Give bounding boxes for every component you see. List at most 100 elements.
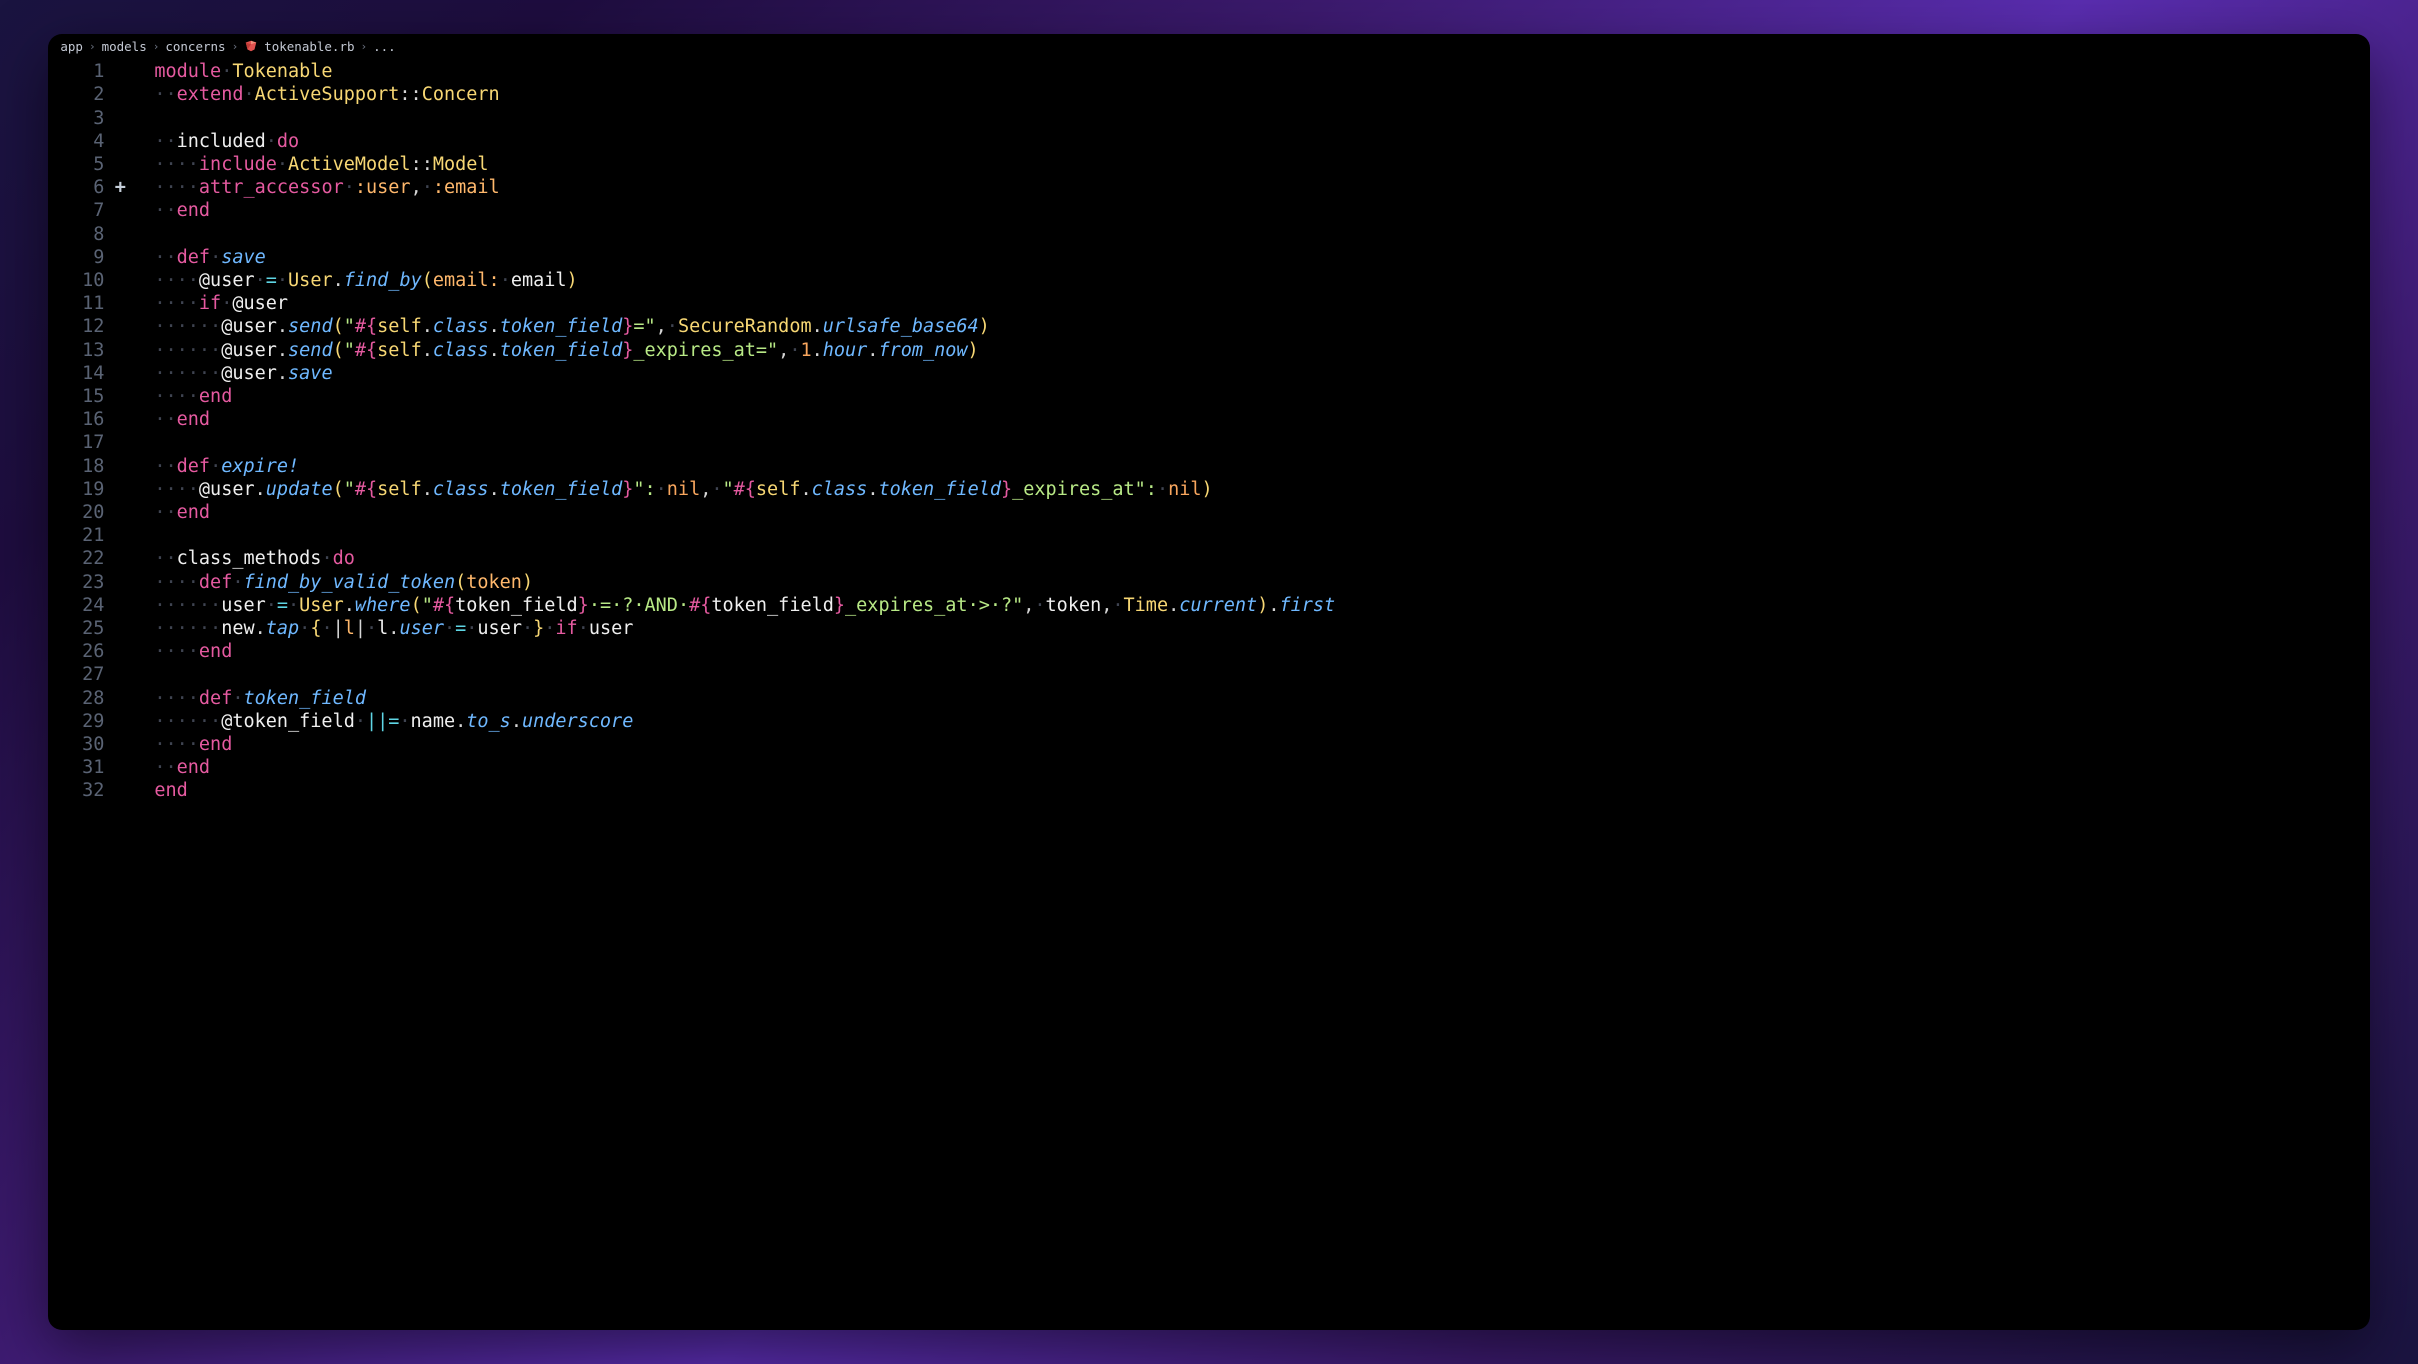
- code-content[interactable]: ······new.tap·{·|l|·l.user·=·user·}·if·u…: [130, 617, 2369, 640]
- line-number[interactable]: 20: [48, 501, 110, 524]
- code-line[interactable]: 9 ··def·save: [48, 246, 2369, 269]
- code-line[interactable]: 17: [48, 431, 2369, 454]
- line-number[interactable]: 23: [48, 571, 110, 594]
- line-number[interactable]: 18: [48, 455, 110, 478]
- code-content[interactable]: ····def·token_field: [130, 687, 2369, 710]
- line-number[interactable]: 3: [48, 107, 110, 130]
- line-number[interactable]: 4: [48, 130, 110, 153]
- code-line[interactable]: 26 ····end: [48, 640, 2369, 663]
- code-content[interactable]: [130, 223, 2369, 246]
- code-content[interactable]: ····include·ActiveModel::Model: [130, 153, 2369, 176]
- code-line[interactable]: 14 ······@user.save: [48, 362, 2369, 385]
- code-content[interactable]: ····attr_accessor·:user,·:email: [130, 176, 2369, 199]
- code-editor[interactable]: 1 module·Tokenable 2 ··extend·ActiveSupport…: [48, 58, 2369, 1330]
- code-content[interactable]: ··def·save: [130, 246, 2369, 269]
- breadcrumb-file[interactable]: tokenable.rb: [264, 39, 354, 54]
- line-number[interactable]: 10: [48, 269, 110, 292]
- code-content[interactable]: ····end: [130, 640, 2369, 663]
- code-line[interactable]: 27: [48, 663, 2369, 686]
- code-line[interactable]: 21: [48, 524, 2369, 547]
- code-content[interactable]: ····end: [130, 733, 2369, 756]
- code-line[interactable]: 30 ····end: [48, 733, 2369, 756]
- code-content[interactable]: [130, 663, 2369, 686]
- line-number[interactable]: 15: [48, 385, 110, 408]
- code-content[interactable]: ····def·find_by_valid_token(token): [130, 571, 2369, 594]
- breadcrumb[interactable]: app › models › concerns › tokenable.rb ›…: [48, 34, 2369, 58]
- code-line[interactable]: 4 ··included·do: [48, 130, 2369, 153]
- code-line[interactable]: 12 ······@user.send("#{self.class.token_f…: [48, 315, 2369, 338]
- code-line[interactable]: 13 ······@user.send("#{self.class.token_f…: [48, 339, 2369, 362]
- code-line[interactable]: 11 ····if·@user: [48, 292, 2369, 315]
- code-content[interactable]: ··extend·ActiveSupport::Concern: [130, 83, 2369, 106]
- line-number[interactable]: 8: [48, 223, 110, 246]
- code-content[interactable]: [130, 524, 2369, 547]
- code-line[interactable]: 2 ··extend·ActiveSupport::Concern: [48, 83, 2369, 106]
- line-number[interactable]: 27: [48, 663, 110, 686]
- line-number[interactable]: 29: [48, 710, 110, 733]
- line-number[interactable]: 28: [48, 687, 110, 710]
- line-number[interactable]: 17: [48, 431, 110, 454]
- line-number[interactable]: 11: [48, 292, 110, 315]
- breadcrumb-part[interactable]: models: [102, 39, 147, 54]
- line-number[interactable]: 13: [48, 339, 110, 362]
- line-number[interactable]: 14: [48, 362, 110, 385]
- code-content[interactable]: [130, 431, 2369, 454]
- line-number[interactable]: 7: [48, 199, 110, 222]
- code-line[interactable]: 19····@user.update("#{self.class.token_f…: [48, 478, 2369, 501]
- code-line[interactable]: 25 ······new.tap·{·|l|·l.user·=·user·}·if…: [48, 617, 2369, 640]
- code-line[interactable]: 31 ··end: [48, 756, 2369, 779]
- code-content[interactable]: ··def·expire!: [130, 455, 2369, 478]
- code-line[interactable]: 15 ····end: [48, 385, 2369, 408]
- code-content[interactable]: ··end: [130, 408, 2369, 431]
- line-number[interactable]: 6: [48, 176, 110, 199]
- code-content[interactable]: ··end: [130, 756, 2369, 779]
- line-number[interactable]: 2: [48, 83, 110, 106]
- code-content[interactable]: ··class_methods·do: [130, 547, 2369, 570]
- line-number[interactable]: 32: [48, 779, 110, 802]
- line-number[interactable]: 25: [48, 617, 110, 640]
- code-line[interactable]: 29 ······@token_field·||=·name.to_s.under…: [48, 710, 2369, 733]
- code-content[interactable]: end: [130, 779, 2369, 802]
- code-line[interactable]: 18 ··def·expire!: [48, 455, 2369, 478]
- line-number[interactable]: 16: [48, 408, 110, 431]
- code-line[interactable]: 6+····attr_accessor·:user,·:email: [48, 176, 2369, 199]
- code-content[interactable]: ····@user·=·User.find_by(email:·email): [130, 269, 2369, 292]
- code-line[interactable]: 7 ··end: [48, 199, 2369, 222]
- line-number[interactable]: 9: [48, 246, 110, 269]
- code-line[interactable]: 22 ··class_methods·do: [48, 547, 2369, 570]
- line-number[interactable]: 26: [48, 640, 110, 663]
- breadcrumb-part[interactable]: concerns: [165, 39, 225, 54]
- line-number[interactable]: 30: [48, 733, 110, 756]
- code-content[interactable]: ····if·@user: [130, 292, 2369, 315]
- code-content[interactable]: ··included·do: [130, 130, 2369, 153]
- code-line[interactable]: 32 end: [48, 779, 2369, 802]
- code-line[interactable]: 20 ··end: [48, 501, 2369, 524]
- code-line[interactable]: 5 ····include·ActiveModel::Model: [48, 153, 2369, 176]
- code-content[interactable]: ····end: [130, 385, 2369, 408]
- code-line[interactable]: 3: [48, 107, 2369, 130]
- breadcrumb-tail[interactable]: ...: [373, 39, 396, 54]
- breadcrumb-part[interactable]: app: [60, 39, 83, 54]
- code-content[interactable]: ··end: [130, 501, 2369, 524]
- code-line[interactable]: 28 ····def·token_field: [48, 687, 2369, 710]
- line-number[interactable]: 31: [48, 756, 110, 779]
- line-number[interactable]: 12: [48, 315, 110, 338]
- code-content[interactable]: ······@token_field·||=·name.to_s.undersc…: [130, 710, 2369, 733]
- code-line[interactable]: 16 ··end: [48, 408, 2369, 431]
- code-line[interactable]: 23 ····def·find_by_valid_token(token): [48, 571, 2369, 594]
- code-line[interactable]: 8: [48, 223, 2369, 246]
- line-number[interactable]: 24: [48, 594, 110, 617]
- code-content[interactable]: ··end: [130, 199, 2369, 222]
- code-content[interactable]: ······@user.send("#{self.class.token_fie…: [130, 339, 2369, 362]
- line-number[interactable]: 21: [48, 524, 110, 547]
- line-number[interactable]: 5: [48, 153, 110, 176]
- line-number[interactable]: 1: [48, 60, 110, 83]
- line-number[interactable]: 19: [48, 478, 110, 501]
- code-line[interactable]: 24 ······user·=·User.where("#{token_field…: [48, 594, 2369, 617]
- code-content[interactable]: ······@user.send("#{self.class.token_fie…: [130, 315, 2369, 338]
- code-content[interactable]: ······@user.save: [130, 362, 2369, 385]
- line-number[interactable]: 22: [48, 547, 110, 570]
- code-content[interactable]: module·Tokenable: [130, 60, 2369, 83]
- code-content[interactable]: ······user·=·User.where("#{token_field}·…: [130, 594, 2369, 617]
- code-line[interactable]: 1 module·Tokenable: [48, 60, 2369, 83]
